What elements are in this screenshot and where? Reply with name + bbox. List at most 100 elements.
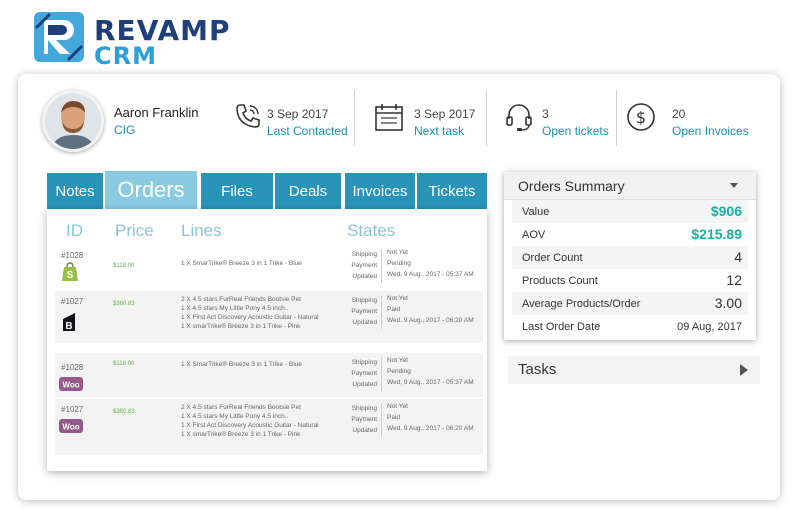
orders-summary-header[interactable]: Orders Summary (504, 172, 756, 200)
divider (354, 90, 355, 146)
order-row[interactable]: #1028 S $118.00 1 X SmarTrike® Breeze 3 … (55, 245, 483, 289)
summary-row-last-order-date: Last Order Date 09 Aug, 2017 (512, 315, 748, 338)
summary-label: Last Order Date (522, 321, 601, 333)
bigcommerce-icon: B (63, 313, 75, 332)
divider (381, 403, 382, 437)
tab-files[interactable]: Files (201, 173, 273, 209)
summary-row-aov: AOV $215.89 (512, 223, 748, 246)
state-key: Updated (352, 319, 377, 326)
summary-value: 4 (734, 249, 742, 265)
order-line: 1 X SmarTrike® Breeze 3 in 1 Trike - Blu… (181, 361, 302, 368)
svg-text:$: $ (636, 108, 646, 127)
order-lines: 2 X 4.5 stars FurReal Friends Bootsie Pe… (181, 403, 319, 439)
order-id: #1028 (61, 251, 84, 260)
state-key: Updated (352, 381, 377, 388)
state-key: Payment (351, 370, 377, 377)
order-price: $118.00 (113, 361, 135, 367)
state-key: Shipping (351, 251, 377, 258)
stat-label[interactable]: Last Contacted (267, 124, 348, 138)
payment-status: Paid (387, 306, 401, 313)
order-row[interactable]: #1028 Woo $118.00 1 X SmarTrike® Breeze … (55, 353, 483, 397)
order-price: $380.83 (113, 301, 135, 307)
summary-value: 09 Aug, 2017 (677, 321, 742, 333)
stat-last-contacted[interactable]: 3 Sep 2017 Last Contacted (234, 92, 354, 146)
divider (381, 357, 382, 391)
state-key: Shipping (351, 297, 377, 304)
divider (381, 249, 382, 283)
tab-tickets[interactable]: Tickets (417, 173, 487, 209)
summary-label: Order Count (522, 252, 583, 264)
stat-open-invoices[interactable]: $ 20 Open Invoices (626, 92, 766, 146)
summary-label: Average Products/Order (522, 298, 641, 310)
shipping-status: Not Yet (387, 403, 408, 410)
stat-next-task[interactable]: 3 Sep 2017 Next task (374, 92, 484, 146)
order-lines: 2 X 4.5 stars FurReal Friends Bootsie Pe… (181, 295, 319, 331)
column-header-lines: Lines (181, 221, 222, 240)
summary-label: AOV (522, 229, 546, 241)
updated-date: Wed, 9 Aug., 2017 - 06:20 AM (387, 425, 474, 432)
tab-notes[interactable]: Notes (47, 173, 103, 209)
stat-value: 3 (542, 107, 549, 121)
updated-date: Wed, 9 Aug., 2017 - 05:37 AM (387, 271, 474, 278)
orders-panel: ID Price Lines States #1028 S $118.00 1 … (47, 209, 487, 471)
order-line: 1 X First Act Discovery Acoustic Guitar … (181, 314, 319, 321)
svg-text:Woo: Woo (62, 423, 79, 432)
shipping-status: Not Yet (387, 295, 408, 302)
stat-value: 3 Sep 2017 (267, 107, 329, 121)
order-price: $118.00 (113, 263, 135, 269)
order-price: $380.83 (113, 409, 135, 415)
summary-row-value: Value $906 (512, 200, 748, 223)
state-key: Payment (351, 308, 377, 315)
stat-label[interactable]: Open tickets (542, 124, 609, 138)
summary-label: Value (522, 206, 550, 218)
tasks-panel-toggle[interactable]: Tasks (508, 356, 760, 384)
order-line: 1 X SmarTrike® Breeze 3 in 1 Trike - Blu… (181, 260, 302, 267)
order-line: 1 X smarTrike® Breeze 3 in 1 Trike - Pin… (181, 431, 301, 438)
order-row[interactable]: #1027 B $380.83 2 X 4.5 stars FurReal Fr… (55, 291, 483, 343)
order-id: #1027 (61, 405, 84, 414)
avatar (42, 90, 104, 152)
summary-row-products-count: Products Count 12 (512, 269, 748, 292)
chevron-right-icon[interactable] (740, 364, 748, 376)
person-icon (45, 93, 101, 149)
summary-value: 3.00 (714, 295, 742, 311)
payment-status: Pending (387, 260, 411, 267)
order-lines: 1 X SmarTrike® Breeze 3 in 1 Trike - Blu… (181, 259, 302, 268)
summary-value: 12 (726, 272, 742, 288)
summary-value: $906 (710, 203, 742, 219)
order-line: 1 X First Act Discovery Acoustic Guitar … (181, 422, 319, 429)
shipping-status: Not Yet (387, 249, 408, 256)
shipping-status: Not Yet (387, 357, 408, 364)
tab-orders[interactable]: Orders (105, 171, 197, 209)
state-key: Payment (351, 416, 377, 423)
order-line: 2 X 4.5 stars FurReal Friends Bootsie Pe… (181, 296, 301, 303)
order-id: #1028 (61, 363, 84, 372)
stat-label[interactable]: Open Invoices (672, 124, 749, 138)
summary-label: Products Count (522, 275, 598, 287)
order-row[interactable]: #1027 Woo $380.83 2 X 4.5 stars FurReal … (55, 399, 483, 455)
contact-name: Aaron Franklin (114, 105, 199, 120)
state-key: Shipping (351, 405, 377, 412)
chevron-down-icon[interactable] (730, 183, 738, 188)
svg-text:S: S (67, 270, 74, 281)
contact-company-link[interactable]: CIG (114, 123, 135, 137)
tab-deals[interactable]: Deals (275, 173, 341, 209)
divider (486, 90, 487, 146)
dollar-icon: $ (627, 103, 655, 131)
tasks-title: Tasks (518, 361, 557, 378)
order-id: #1027 (61, 297, 84, 306)
stat-label[interactable]: Next task (414, 124, 464, 138)
summary-row-average-products: Average Products/Order 3.00 (512, 292, 748, 315)
tab-invoices[interactable]: Invoices (345, 173, 415, 209)
revamp-logo-mark-icon (34, 12, 84, 62)
order-line: 1 X 4.5 stars My Little Pony 4.5 inch.. (181, 305, 289, 312)
summary-row-order-count: Order Count 4 (512, 246, 748, 269)
stat-value: 3 Sep 2017 (414, 107, 476, 121)
woocommerce-icon: Woo (59, 377, 83, 391)
brand-product: CRM (94, 42, 157, 70)
stat-open-tickets[interactable]: 3 Open tickets (504, 92, 614, 146)
updated-date: Wed, 9 Aug., 2017 - 05:37 AM (387, 379, 474, 386)
woocommerce-icon: Woo (59, 419, 83, 433)
payment-status: Paid (387, 414, 401, 421)
order-line: 1 X smarTrike® Breeze 3 in 1 Trike - Pin… (181, 323, 301, 330)
